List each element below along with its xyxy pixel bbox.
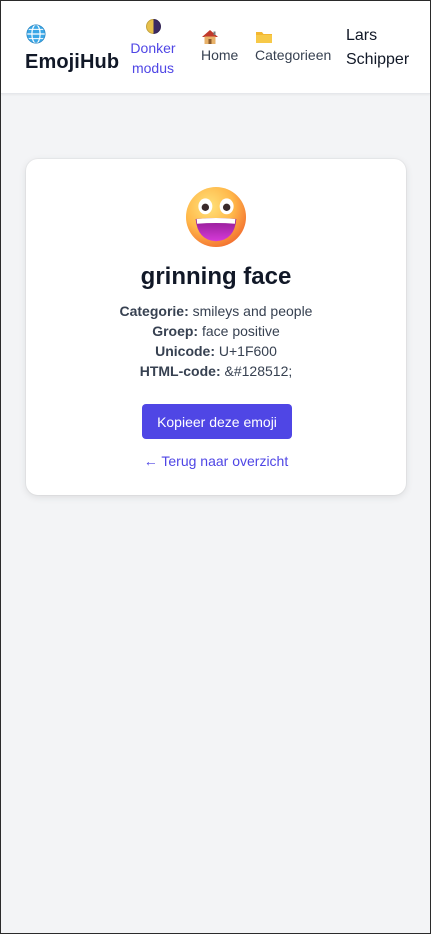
detail-label: Groep: [152,323,199,339]
detail-value: U+1F600 [218,343,277,359]
detail-label: Categorie: [119,303,189,319]
detail-row-category: Categorie: smileys and people [26,301,406,321]
detail-row-group: Groep: face positive [26,321,406,341]
brand-name: EmojiHub [25,51,120,73]
dark-mode-label: Donker modus [130,40,176,76]
house-icon [202,30,218,44]
emoji-title: grinning face [140,263,292,290]
detail-row-unicode: Unicode: U+1F600 [26,341,406,361]
half-moon-icon [145,19,161,34]
grinning-face-emoji [185,186,247,248]
nav-categories-label: Categorieen [255,47,332,63]
detail-row-html-code: HTML-code: &#128512; [26,361,406,381]
globe-icon [26,24,46,44]
emoji-details: Categorie: smileys and people Groep: fac… [26,301,406,381]
detail-value: smileys and people [192,303,313,319]
folder-icon [256,32,272,43]
user-name[interactable]: Lars Schipper [346,24,426,72]
detail-value: face positive [201,323,280,339]
nav-categories-link[interactable]: Categorieen [255,29,331,63]
detail-label: Unicode: [155,343,215,359]
back-to-overview-link[interactable]: ← Terug naar overzicht [26,453,406,469]
detail-value: &#128512; [224,363,293,379]
copy-emoji-button[interactable]: Kopieer deze emoji [142,404,292,439]
navbar: EmojiHub Donker modus Home Categorieen L… [1,1,430,94]
brand[interactable]: EmojiHub [25,23,119,74]
detail-label: HTML-code: [139,363,221,379]
emoji-detail-card: grinning face Categorie: smileys and peo… [26,159,406,495]
dark-mode-toggle[interactable]: Donker modus [125,19,181,78]
nav-home-link[interactable]: Home [201,29,238,63]
nav-home-label: Home [201,47,239,63]
